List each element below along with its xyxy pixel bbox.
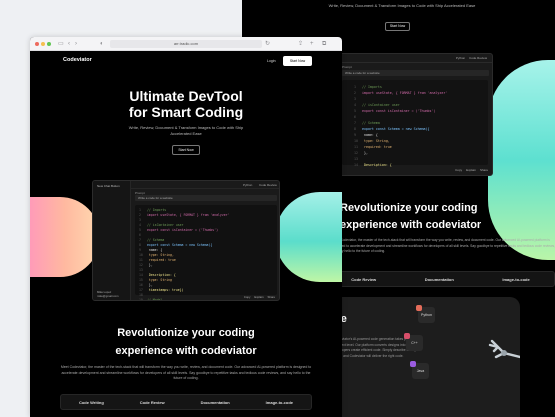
code-text: // Imports bbox=[147, 208, 167, 212]
hero-subtitle: Write, Review, Document & Transform Imag… bbox=[128, 125, 244, 136]
back-tab-image-to-code[interactable]: Image-to-code bbox=[502, 277, 529, 282]
code-text: Description: { bbox=[147, 273, 176, 277]
code-text: export const Schema = new Schema({ bbox=[362, 127, 430, 131]
forward-arrow-icon[interactable]: › bbox=[75, 40, 77, 48]
back-arrow-icon[interactable]: ‹ bbox=[68, 40, 70, 48]
code-editor-mockup: New Chat Button Mike Lopez mike@gmail.co… bbox=[92, 180, 280, 301]
back-editor-code: 1// Imports 2 import useState, { FORMAT } … bbox=[342, 80, 488, 167]
back-code-editor: Python Code Review Prompt Write a code f… bbox=[337, 53, 493, 176]
code-text: }, bbox=[147, 283, 153, 287]
code-text: // isContainer user bbox=[362, 103, 400, 107]
code-text: // Schema bbox=[147, 238, 165, 242]
robot-hand-icon bbox=[488, 339, 520, 359]
back-tab-code-review[interactable]: Code Review bbox=[351, 277, 376, 282]
code-text: type: String, bbox=[147, 253, 174, 257]
user-email: mike@gmail.com bbox=[97, 293, 119, 298]
sidebar-toggle-icon[interactable]: ▭ bbox=[58, 40, 64, 48]
copy-button[interactable]: Copy bbox=[244, 295, 251, 299]
code-text: export const isContainer = ('Thumbs') bbox=[147, 228, 219, 232]
code-text: import useState, { FORMAT } from 'analyz… bbox=[147, 213, 230, 217]
code-text: name: { bbox=[362, 133, 378, 137]
language-chip-python: Python bbox=[416, 305, 435, 323]
code-text: export const Schema = new Schema({ bbox=[147, 243, 213, 247]
editor-sidebar: New Chat Button Mike Lopez mike@gmail.co… bbox=[93, 181, 131, 300]
tab-code-review[interactable]: Code Review bbox=[140, 400, 165, 405]
prompt-input[interactable]: Write a code for a website bbox=[135, 195, 277, 201]
start-now-nav-button[interactable]: Start Now bbox=[283, 56, 312, 66]
section-title: Revolutionize your coding experience wit… bbox=[30, 324, 342, 360]
back-copy-button[interactable]: Copy bbox=[455, 168, 462, 172]
decorative-glow-left bbox=[30, 197, 100, 277]
language-chip-java: Java bbox=[410, 361, 429, 379]
hero-title-line: Ultimate DevTool bbox=[129, 88, 243, 104]
back-section-body: Meet Codeviator, the master of the tech-… bbox=[332, 238, 555, 253]
browser-toolbar: ▭ ‹ › ◐ arr.tradic.com ↻ ⇪ + ⧉ bbox=[30, 37, 342, 51]
site-navbar: Codeviator Login Start Now bbox=[30, 51, 342, 71]
mode-selector[interactable]: Code Review bbox=[259, 183, 277, 187]
code-text: timestamps: true}) bbox=[147, 288, 184, 292]
hero-start-button[interactable]: Start Now bbox=[172, 145, 200, 155]
code-text: }, bbox=[147, 263, 153, 267]
reload-icon[interactable]: ↻ bbox=[265, 40, 270, 48]
code-text: // Imports bbox=[362, 85, 382, 89]
back-tab-documentation[interactable]: Documentation bbox=[425, 277, 454, 282]
code-text: name: { bbox=[147, 248, 163, 252]
login-link[interactable]: Login bbox=[267, 59, 276, 63]
back-feature-card: de Codeviator's AI-powered code generati… bbox=[326, 297, 520, 417]
section-body: Meet Codeviator, the master of the tech-… bbox=[60, 365, 312, 380]
code-output: 1// Imports 2 import useState, { FORMAT } … bbox=[135, 205, 277, 300]
back-editor-topbar: Python Code Review bbox=[338, 54, 492, 63]
tab-documentation[interactable]: Documentation bbox=[201, 400, 230, 405]
section-title-line: experience with codeviator bbox=[115, 345, 257, 357]
maximize-window-icon[interactable] bbox=[47, 42, 51, 46]
back-explain-button[interactable]: Explain bbox=[466, 168, 476, 172]
language-selector[interactable]: Python bbox=[243, 183, 252, 187]
browser-window: ▭ ‹ › ◐ arr.tradic.com ↻ ⇪ + ⧉ Codeviato… bbox=[30, 37, 342, 417]
share-icon[interactable]: ⇪ bbox=[298, 40, 303, 48]
editor-topbar: Python Code Review bbox=[131, 181, 279, 189]
back-title-line: Revolutionize your coding bbox=[340, 202, 478, 214]
share-button[interactable]: Share bbox=[268, 295, 275, 299]
hero-title: Ultimate DevTool for Smart Coding bbox=[30, 88, 342, 120]
code-text: type: String, bbox=[362, 139, 390, 143]
decorative-glow-right bbox=[275, 192, 342, 282]
new-chat-button[interactable]: New Chat Button bbox=[97, 184, 120, 188]
close-window-icon[interactable] bbox=[35, 42, 39, 46]
code-text: Description: { bbox=[362, 163, 392, 167]
language-chip-cpp: C++ bbox=[404, 333, 423, 351]
code-text: type: String bbox=[147, 278, 172, 282]
back-editor-tab[interactable]: Python bbox=[456, 56, 465, 60]
back-section-title: Revolutionize your coding experience wit… bbox=[340, 200, 555, 234]
back-hero-subtitle: Write, Review, Document & Transform Imag… bbox=[328, 3, 476, 8]
back-editor-prompt-field[interactable]: Write a code for a website bbox=[342, 70, 489, 76]
code-text: required: true bbox=[362, 145, 392, 149]
back-title-line: experience with codeviator bbox=[340, 219, 482, 231]
feature-tabs: Code Writing Code Review Documentation I… bbox=[60, 394, 312, 410]
code-text: required: true bbox=[147, 258, 176, 262]
site-logo[interactable]: Codeviator bbox=[63, 57, 92, 63]
code-text: import useState, { FORMAT } from 'analyz… bbox=[362, 91, 448, 95]
hero-title-line: for Smart Coding bbox=[128, 104, 244, 120]
address-bar[interactable]: arr.tradic.com bbox=[110, 40, 262, 48]
code-text: // Schema bbox=[362, 121, 380, 125]
new-tab-icon[interactable]: + bbox=[310, 40, 314, 48]
back-feature-tabs: Code Review Documentation Image-to-code bbox=[326, 271, 555, 287]
back-editor-footer: Copy Explain Share bbox=[342, 168, 488, 172]
back-editor-prompt-label: Prompt bbox=[342, 65, 352, 69]
explain-button[interactable]: Explain bbox=[254, 295, 263, 299]
back-start-button[interactable]: Start Now bbox=[385, 22, 410, 31]
section-title-line: Revolutionize your coding bbox=[117, 327, 255, 339]
user-profile[interactable]: Mike Lopez mike@gmail.com bbox=[97, 290, 119, 298]
back-editor-tab[interactable]: Code Review bbox=[469, 56, 487, 60]
editor-footer: Copy Explain Share bbox=[137, 295, 275, 299]
minimize-window-icon[interactable] bbox=[41, 42, 45, 46]
tab-overview-icon[interactable]: ⧉ bbox=[322, 40, 326, 48]
code-text: }, bbox=[362, 151, 368, 155]
code-text: export const isContainer = ('Thumbs') bbox=[362, 109, 436, 113]
code-text: // isContainer user bbox=[147, 223, 184, 227]
tab-code-writing[interactable]: Code Writing bbox=[79, 400, 104, 405]
back-share-button[interactable]: Share bbox=[480, 168, 488, 172]
tab-image-to-code[interactable]: Image-to-code bbox=[266, 400, 293, 405]
shield-icon[interactable]: ◐ bbox=[100, 40, 104, 48]
